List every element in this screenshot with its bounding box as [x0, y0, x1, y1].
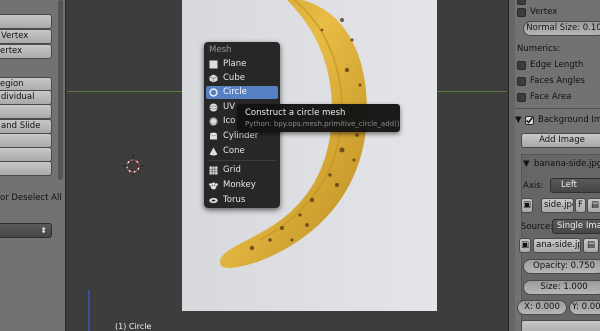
shelf-button-edge-slide[interactable]: and Slide: [0, 119, 52, 134]
checkbox-top[interactable]: [517, 0, 526, 5]
menu-item-cube[interactable]: Cube: [206, 72, 278, 85]
y-axis-line: [88, 290, 90, 331]
tool-shelf: Vertex ertex egion dividual and Slide or…: [0, 0, 66, 331]
background-images-label: Background Ima: [538, 115, 600, 125]
checkbox-faces-angles[interactable]: [517, 77, 526, 86]
x-offset-field[interactable]: X: 0.000: [517, 300, 567, 315]
shelf-dropdown[interactable]: ⬍: [0, 223, 52, 238]
deselect-all-label[interactable]: or Deselect All: [0, 193, 62, 203]
properties-panel: Vertex Normal Size: 0.10 Numerics: Edge …: [508, 0, 600, 331]
shelf-button-vertex[interactable]: ertex: [0, 44, 52, 59]
source-label: Source:: [521, 222, 554, 232]
image-filename-field[interactable]: side.jpg: [541, 198, 574, 213]
cylinder-icon: [209, 132, 218, 140]
grid-icon: [209, 166, 218, 175]
menu-separator: [208, 160, 276, 161]
image-collapse-arrow-icon[interactable]: ▼: [523, 159, 530, 169]
menu-item-torus[interactable]: Torus: [206, 194, 278, 207]
tooltip: Construct a circle mesh Python: bpy.ops.…: [237, 104, 400, 132]
cone-icon: [209, 147, 218, 156]
shelf-button-blank-4[interactable]: [0, 161, 52, 176]
shelf-button-blank-3[interactable]: [0, 147, 52, 162]
y-offset-field[interactable]: Y: 0.000: [569, 300, 600, 315]
cube-icon: [209, 74, 218, 83]
image-browse-icon[interactable]: ▣: [521, 198, 533, 213]
shelf-button-blank-1[interactable]: [0, 104, 52, 119]
shelf-scrollbar[interactable]: [58, 0, 63, 180]
uv-sphere-icon: [209, 103, 218, 112]
size-field[interactable]: Size: 1.000: [523, 280, 600, 295]
viewport-object-label: (1) Circle: [115, 322, 152, 331]
shelf-button-individual[interactable]: dividual: [0, 90, 52, 105]
image-file-field[interactable]: ana-side.jpg: [533, 238, 581, 253]
normal-size-field[interactable]: Normal Size: 0.10: [523, 21, 600, 36]
axis-label: Axis:: [523, 181, 544, 191]
bottom-button[interactable]: [521, 320, 600, 331]
opacity-slider[interactable]: Opacity: 0.750: [523, 259, 600, 274]
add-image-button[interactable]: Add Image: [521, 133, 600, 148]
menu-item-cone[interactable]: Cone: [206, 145, 278, 158]
face-area-label: Face Area: [530, 92, 572, 102]
monkey-icon: [209, 182, 218, 190]
edge-length-label: Edge Length: [530, 60, 584, 70]
updown-arrow-icon: ⬍: [40, 226, 47, 235]
menu-item-plane[interactable]: Plane: [206, 58, 278, 71]
axis-dropdown[interactable]: Left: [550, 178, 600, 193]
close-image-icon[interactable]: ▤: [587, 198, 600, 213]
checkbox-vertex[interactable]: [517, 8, 526, 17]
shelf-button-1[interactable]: [0, 14, 52, 29]
shelf-button-2[interactable]: Vertex: [0, 29, 52, 44]
menu-item-monkey[interactable]: Monkey: [206, 179, 278, 192]
tooltip-title: Construct a circle mesh: [245, 108, 346, 118]
tooltip-python: Python: bpy.ops.mesh.primitive_circle_ad…: [245, 120, 400, 128]
properties-scrollbar[interactable]: [509, 0, 515, 331]
circle-icon: [209, 88, 218, 97]
plane-icon: [209, 60, 218, 69]
fake-user-button[interactable]: F: [575, 198, 586, 213]
3d-viewport[interactable]: (1) Circle: [67, 0, 507, 331]
3d-cursor[interactable]: [122, 155, 144, 177]
image-name-label: banana-side.jpg: [534, 159, 600, 169]
shelf-button-blank-2[interactable]: [0, 133, 52, 148]
vertex-label: Vertex: [530, 7, 558, 17]
faces-angles-label: Faces Angles: [530, 76, 585, 86]
numerics-label: Numerics:: [517, 44, 561, 54]
icosphere-icon: [209, 117, 218, 126]
collapse-arrow-icon[interactable]: ▼: [515, 115, 522, 125]
checkbox-face-area[interactable]: [517, 93, 526, 102]
torus-icon: [209, 197, 218, 204]
folder-icon[interactable]: ▤: [583, 238, 599, 253]
checkbox-edge-length[interactable]: [517, 61, 526, 70]
menu-item-circle[interactable]: Circle: [206, 86, 278, 99]
menu-title: Mesh: [209, 45, 232, 55]
panel-divider: [515, 108, 600, 109]
checkmark-icon: [525, 117, 534, 124]
image-icon[interactable]: ▣: [519, 238, 531, 253]
menu-item-grid[interactable]: Grid: [206, 164, 278, 177]
checkbox-background-images[interactable]: [525, 116, 534, 125]
source-dropdown[interactable]: Single Imag: [552, 219, 600, 234]
